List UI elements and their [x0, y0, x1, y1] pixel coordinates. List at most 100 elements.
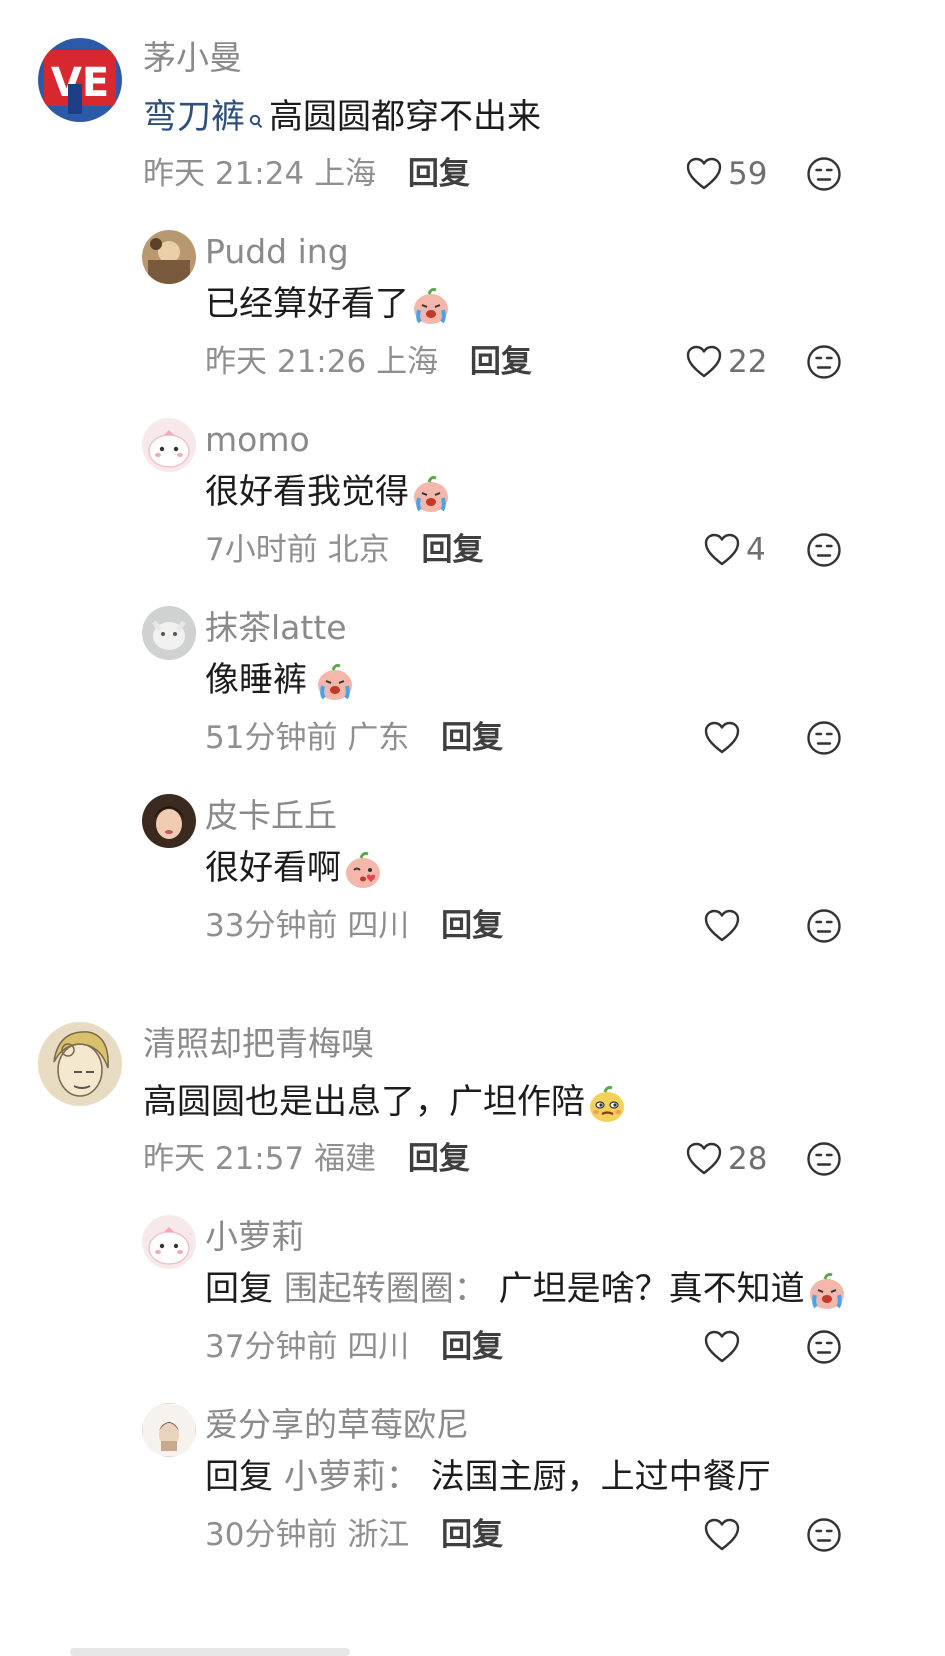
- username[interactable]: Pudd ing: [205, 232, 349, 272]
- timestamp: 昨天 21:24: [143, 156, 305, 192]
- dislike-button[interactable]: [806, 1329, 842, 1365]
- location: 浙江: [347, 1517, 410, 1553]
- comment-meta: 33分钟前 四川 回复: [205, 906, 503, 946]
- username[interactable]: momo: [205, 420, 310, 460]
- crying-emoji-icon: [411, 286, 451, 326]
- dislike-face-icon: [807, 909, 841, 943]
- dislike-face-icon: [807, 157, 841, 191]
- comment-body: 像睡裤: [205, 660, 307, 700]
- username[interactable]: 小萝莉: [205, 1217, 304, 1257]
- heart-icon: [704, 533, 740, 566]
- reply-prefix: 回复: [205, 1457, 273, 1497]
- like-button[interactable]: 28: [686, 1139, 767, 1179]
- comment-text: 弯刀裤 高圆圆都穿不出来: [143, 95, 541, 141]
- dislike-face-icon: [807, 721, 841, 755]
- avatar[interactable]: [142, 794, 196, 848]
- comment-meta: 51分钟前 广东 回复: [205, 718, 503, 758]
- like-button[interactable]: 59: [686, 154, 767, 194]
- comment-text: 已经算好看了: [205, 282, 451, 326]
- comment-body: 很好看我觉得: [205, 472, 409, 512]
- username[interactable]: 皮卡丘丘: [205, 796, 337, 836]
- reply-to-user[interactable]: 小萝莉：: [284, 1457, 420, 1497]
- dislike-button[interactable]: [806, 532, 842, 568]
- comment-body: 法国主厨，上过中餐厅: [430, 1457, 771, 1497]
- like-button[interactable]: [704, 1327, 746, 1367]
- dislike-button[interactable]: [806, 344, 842, 380]
- location: 广东: [347, 720, 410, 756]
- dislike-button[interactable]: [806, 720, 842, 756]
- like-button[interactable]: [704, 906, 746, 946]
- like-button[interactable]: [704, 1515, 746, 1555]
- reply-button[interactable]: 回复: [441, 1329, 503, 1365]
- like-count: 22: [728, 344, 768, 380]
- location: 上海: [376, 344, 439, 380]
- reply-button[interactable]: 回复: [441, 720, 503, 756]
- home-indicator: [70, 1648, 350, 1656]
- location: 北京: [327, 532, 390, 568]
- dislike-button[interactable]: [806, 1141, 842, 1177]
- avatar[interactable]: [142, 1215, 196, 1269]
- reply-button[interactable]: 回复: [408, 156, 470, 192]
- comment-text: 很好看啊: [205, 846, 383, 890]
- dislike-button[interactable]: [806, 1517, 842, 1553]
- reply-button[interactable]: 回复: [441, 908, 503, 944]
- timestamp: 30分钟前: [205, 1517, 338, 1553]
- dislike-face-icon: [807, 1142, 841, 1176]
- location: 上海: [314, 156, 377, 192]
- search-link[interactable]: 弯刀裤: [143, 97, 245, 137]
- comment-text: 像睡裤: [205, 658, 355, 702]
- reply-button[interactable]: 回复: [408, 1141, 470, 1177]
- username[interactable]: 爱分享的草莓欧尼: [205, 1405, 469, 1445]
- dislike-button[interactable]: [806, 908, 842, 944]
- reply-button[interactable]: 回复: [470, 344, 532, 380]
- dislike-face-icon: [807, 345, 841, 379]
- comment-body: 高圆圆都穿不出来: [269, 97, 541, 137]
- heart-icon: [686, 1142, 722, 1175]
- kiss-emoji-icon: [343, 850, 383, 890]
- comment-meta: 昨天 21:26 上海 回复: [205, 342, 532, 382]
- comment-text: 很好看我觉得: [205, 470, 451, 514]
- dislike-button[interactable]: [806, 156, 842, 192]
- like-button[interactable]: 4: [704, 530, 766, 570]
- like-button[interactable]: 22: [686, 342, 767, 382]
- search-icon[interactable]: [249, 97, 263, 141]
- dislike-face-icon: [807, 1330, 841, 1364]
- avatar[interactable]: [142, 1403, 196, 1457]
- crying-emoji-icon: [315, 662, 355, 702]
- reply-prefix: 回复: [205, 1269, 273, 1309]
- timestamp: 7小时前: [205, 532, 318, 568]
- comment-meta: 昨天 21:57 福建 回复: [143, 1139, 470, 1179]
- comment-meta: 昨天 21:24 上海 回复: [143, 154, 470, 194]
- username[interactable]: 清照却把青梅嗅: [143, 1024, 374, 1064]
- like-count: 4: [746, 532, 766, 568]
- smirk-emoji-icon: [587, 1084, 627, 1124]
- reply-button[interactable]: 回复: [421, 532, 483, 568]
- timestamp: 昨天 21:57: [143, 1141, 305, 1177]
- timestamp: 51分钟前: [205, 720, 338, 756]
- timestamp: 33分钟前: [205, 908, 338, 944]
- username[interactable]: 抹茶latte: [205, 608, 347, 648]
- heart-icon: [686, 157, 722, 190]
- reply-button[interactable]: 回复: [441, 1517, 503, 1553]
- avatar[interactable]: [142, 606, 196, 660]
- location: 四川: [347, 908, 410, 944]
- avatar[interactable]: [142, 230, 196, 284]
- like-button[interactable]: [704, 718, 746, 758]
- avatar[interactable]: [38, 1022, 122, 1106]
- heart-icon: [704, 909, 740, 942]
- crying-emoji-icon: [411, 474, 451, 514]
- reply-to-user[interactable]: 围起转圈圈：: [284, 1269, 488, 1309]
- heart-icon: [704, 721, 740, 754]
- timestamp: 37分钟前: [205, 1329, 338, 1365]
- avatar[interactable]: [142, 418, 196, 472]
- comment-text: 回复 围起转圈圈： 广坦是啥？真不知道: [205, 1267, 847, 1311]
- avatar[interactable]: VE: [38, 38, 122, 122]
- heart-icon: [686, 345, 722, 378]
- username[interactable]: 茅小曼: [143, 38, 242, 78]
- dislike-face-icon: [807, 533, 841, 567]
- timestamp: 昨天 21:26: [205, 344, 367, 380]
- comment-meta: 30分钟前 浙江 回复: [205, 1515, 503, 1555]
- comment-text: 回复 小萝莉： 法国主厨，上过中餐厅: [205, 1455, 771, 1499]
- comment-body: 广坦是啥？真不知道: [498, 1269, 805, 1309]
- comment-body: 已经算好看了: [205, 284, 409, 324]
